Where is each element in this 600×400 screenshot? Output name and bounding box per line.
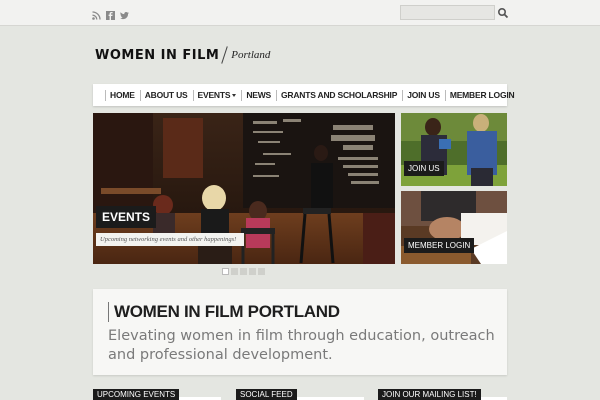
upcoming-events-heading: UPCOMING EVENTS bbox=[93, 389, 180, 400]
nav-item-join-us[interactable]: JOIN US bbox=[402, 89, 445, 101]
logo-divider bbox=[221, 46, 229, 64]
slider-pagination bbox=[222, 268, 265, 275]
social-links bbox=[92, 7, 129, 20]
nav-item-member-login[interactable]: MEMBER LOGIN bbox=[444, 89, 520, 101]
nav-item-news[interactable]: NEWS bbox=[241, 89, 276, 101]
page-title: WOMEN IN FILM PORTLAND bbox=[108, 302, 340, 322]
search-icon[interactable] bbox=[497, 6, 509, 19]
facebook-icon[interactable] bbox=[106, 7, 115, 20]
slider-dot[interactable] bbox=[249, 268, 256, 275]
mailing-list-heading: JOIN OUR MAILING LIST! bbox=[378, 389, 481, 400]
logo-wordmark: WOMEN IN FILM bbox=[95, 47, 220, 63]
slider-dot[interactable] bbox=[240, 268, 247, 275]
nav-item-home[interactable]: HOME bbox=[105, 89, 140, 101]
chevron-down-icon bbox=[232, 93, 237, 97]
twitter-icon[interactable] bbox=[120, 7, 129, 20]
main-nav: HOME ABOUT US EVENTS NEWS GRANTS AND SCH… bbox=[93, 84, 515, 106]
join-us-tile-label[interactable]: JOIN US bbox=[404, 161, 444, 176]
slider-dot[interactable] bbox=[258, 268, 265, 275]
intro-text: Elevating women in film through educatio… bbox=[108, 328, 495, 363]
social-feed-heading: SOCIAL FEED bbox=[236, 389, 297, 400]
nav-item-grants-and-scholarship[interactable]: GRANTS AND SCHOLARSHIP bbox=[276, 89, 402, 101]
top-bar bbox=[0, 0, 600, 26]
search-input[interactable] bbox=[400, 5, 495, 20]
member-login-tile-label[interactable]: MEMBER LOGIN bbox=[404, 238, 475, 253]
hero-slider[interactable]: EVENTS Upcoming networking events and ot… bbox=[93, 113, 395, 264]
member-login-tile[interactable]: MEMBER LOGIN bbox=[401, 191, 507, 264]
hero-label[interactable]: EVENTS bbox=[96, 206, 157, 228]
slider-dot[interactable] bbox=[222, 268, 229, 275]
logo-city: Portland bbox=[231, 49, 271, 61]
nav-item-events[interactable]: EVENTS bbox=[192, 89, 242, 101]
hero-caption: Upcoming networking events and other hap… bbox=[96, 233, 244, 246]
site-logo[interactable]: WOMEN IN FILM Portland bbox=[95, 46, 270, 64]
intro-panel: WOMEN IN FILM PORTLAND Elevating women i… bbox=[93, 289, 507, 375]
nav-item-events-label: EVENTS bbox=[197, 89, 231, 100]
rss-icon[interactable] bbox=[92, 7, 101, 20]
slider-dot[interactable] bbox=[231, 268, 238, 275]
member-login-photo bbox=[401, 191, 507, 264]
join-us-tile[interactable]: JOIN US bbox=[401, 113, 507, 186]
nav-item-about-us[interactable]: ABOUT US bbox=[139, 89, 193, 101]
